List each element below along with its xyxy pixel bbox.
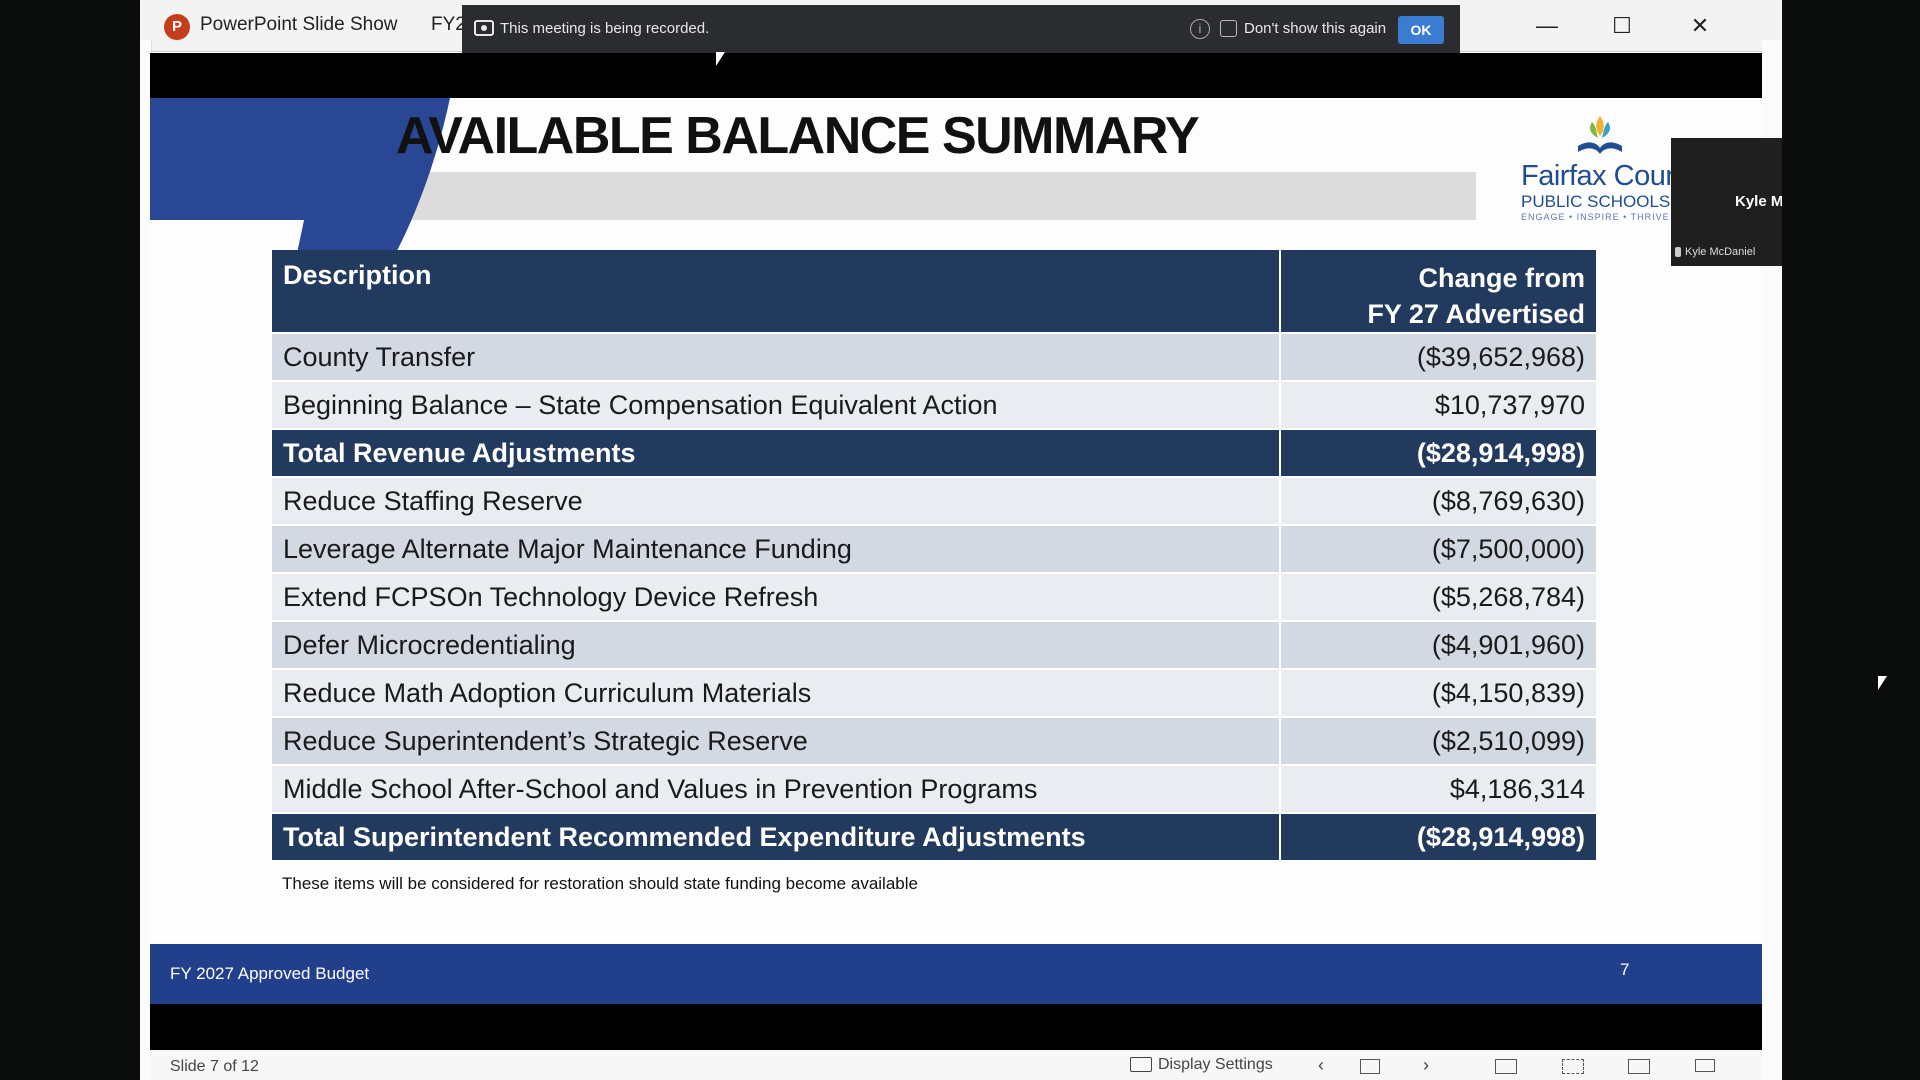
row-description: Total Superintendent Recommended Expendi… [272, 813, 1281, 862]
row-amount: ($5,268,784) [1280, 573, 1598, 622]
row-amount: ($4,150,839) [1280, 669, 1598, 718]
participant-label: Kyle McDaniel [1675, 246, 1755, 258]
row-amount: ($7,500,000) [1280, 525, 1598, 574]
row-amount: ($28,914,998) [1280, 429, 1598, 478]
row-description: Defer Microcredentialing [272, 621, 1281, 670]
dont-show-again-checkbox[interactable] [1220, 20, 1237, 37]
recording-banner: This meeting is being recorded. i Don't … [462, 5, 1460, 53]
logo-name: Fairfax County [1521, 160, 1675, 192]
slideshow-icon[interactable] [1695, 1059, 1715, 1072]
row-description: County Transfer [272, 333, 1281, 382]
minimize-icon: — [1536, 13, 1558, 38]
participant-label-text: Kyle McDaniel [1685, 246, 1756, 258]
row-description: Middle School After-School and Values in… [272, 765, 1281, 814]
previous-slide-button[interactable]: ‹ [1307, 1054, 1335, 1076]
microphone-icon [1675, 247, 1681, 258]
table-total-row: Total Superintendent Recommended Expendi… [272, 813, 1598, 862]
table-row: Middle School After-School and Values in… [272, 765, 1598, 814]
row-description: Reduce Staffing Reserve [272, 477, 1281, 526]
recording-message: This meeting is being recorded. [500, 20, 710, 37]
fcps-logo: Fairfax County PUBLIC SCHOOLS ENGAGE • I… [1515, 104, 1675, 224]
close-icon: ✕ [1690, 13, 1710, 38]
row-amount: ($2,510,099) [1280, 717, 1598, 766]
row-amount: ($8,769,630) [1280, 477, 1598, 526]
row-amount: $4,186,314 [1280, 765, 1598, 814]
title-underline-band [382, 172, 1476, 220]
slide-list-icon[interactable] [1360, 1059, 1380, 1074]
table-row: Defer Microcredentialing ($4,901,960) [272, 621, 1598, 670]
participant-video-tile[interactable]: Kyle McDaniel Kyle McDaniel [1671, 138, 1782, 266]
table-row: Extend FCPSOn Technology Device Refresh(… [272, 573, 1598, 622]
letterbox-bottom [150, 1004, 1762, 1050]
balance-summary-table: Description Change from FY 27 Advertised… [272, 250, 1598, 862]
maximize-icon: ☐ [1612, 13, 1632, 38]
participant-name: Kyle McDaniel [1735, 193, 1782, 210]
row-amount: ($4,901,960) [1280, 621, 1598, 670]
row-amount: ($39,652,968) [1280, 333, 1598, 382]
slide-title: AVAILABLE BALANCE SUMMARY [396, 107, 1200, 165]
display-settings-label: Display Settings [1158, 1056, 1273, 1073]
display-settings-button[interactable]: Display Settings [1130, 1056, 1273, 1074]
table-row: Reduce Math Adoption Curriculum Material… [272, 669, 1598, 718]
table-row: Beginning Balance – State Compensation E… [272, 381, 1598, 430]
window-title: PowerPoint Slide Show [200, 14, 398, 35]
table-footnote: These items will be considered for resto… [282, 874, 918, 893]
header-description: Description [272, 250, 1281, 334]
header-change: Change from FY 27 Advertised [1280, 250, 1598, 334]
row-description: Reduce Superintendent’s Strategic Reserv… [272, 717, 1281, 766]
chevron-left-icon: ‹ [1318, 1055, 1324, 1075]
monitor-icon [1130, 1057, 1152, 1073]
chevron-right-icon: › [1423, 1055, 1429, 1075]
row-description: Leverage Alternate Major Maintenance Fun… [272, 525, 1281, 574]
table-row: County Transfer ($39,652,968) [272, 333, 1598, 382]
maximize-button[interactable]: ☐ [1602, 8, 1642, 44]
window-title-document: FY2 [431, 14, 466, 35]
letterbox-top [150, 53, 1762, 98]
table-total-row: Total Revenue Adjustments ($28,914,998) [272, 429, 1598, 478]
dont-show-again-label[interactable]: Don't show this again [1244, 20, 1386, 37]
recording-ok-button[interactable]: OK [1398, 16, 1444, 44]
row-description: Extend FCPSOn Technology Device Refresh [272, 573, 1281, 622]
slide-sorter-icon[interactable] [1562, 1059, 1584, 1074]
close-button[interactable]: ✕ [1680, 8, 1720, 44]
slide-footer: FY 2027 Approved Budget 7 [150, 944, 1762, 1004]
footer-page-number: 7 [1620, 960, 1630, 979]
row-description: Beginning Balance – State Compensation E… [272, 381, 1281, 430]
table-row: Reduce Staffing Reserve ($8,769,630) [272, 477, 1598, 526]
book-tree-icon [1578, 116, 1622, 154]
slide: AVAILABLE BALANCE SUMMARY Fairfax County… [150, 98, 1762, 1004]
normal-view-icon[interactable] [1495, 1059, 1517, 1074]
reading-view-icon[interactable] [1628, 1059, 1650, 1074]
table-body: County Transfer ($39,652,968) Beginning Ba… [272, 333, 1598, 862]
row-amount: $10,737,970 [1280, 381, 1598, 430]
logo-tagline: ENGAGE • INSPIRE • THRIVE [1521, 212, 1670, 222]
footer-title: FY 2027 Approved Budget [170, 964, 370, 983]
info-icon[interactable]: i [1190, 19, 1210, 39]
minimize-button[interactable]: — [1527, 8, 1567, 44]
table-row: Reduce Superintendent’s Strategic Reserv… [272, 717, 1598, 766]
slideshow-status-bar: Slide 7 of 12 Display Settings ‹ › [150, 1050, 1762, 1080]
row-amount: ($28,914,998) [1280, 813, 1598, 862]
next-slide-button[interactable]: › [1412, 1054, 1440, 1076]
logo-subtitle: PUBLIC SCHOOLS [1521, 192, 1671, 211]
table-row: Leverage Alternate Major Maintenance Fun… [272, 525, 1598, 574]
table-header-row: Description Change from FY 27 Advertised [272, 250, 1598, 334]
header-change-line1: Change from [1418, 263, 1585, 293]
recording-camera-icon [474, 20, 494, 36]
powerpoint-app-icon: P [164, 14, 190, 40]
slide-counter: Slide 7 of 12 [170, 1058, 259, 1075]
row-description: Total Revenue Adjustments [272, 429, 1281, 478]
row-description: Reduce Math Adoption Curriculum Material… [272, 669, 1281, 718]
header-change-line2: FY 27 Advertised [1367, 299, 1585, 329]
